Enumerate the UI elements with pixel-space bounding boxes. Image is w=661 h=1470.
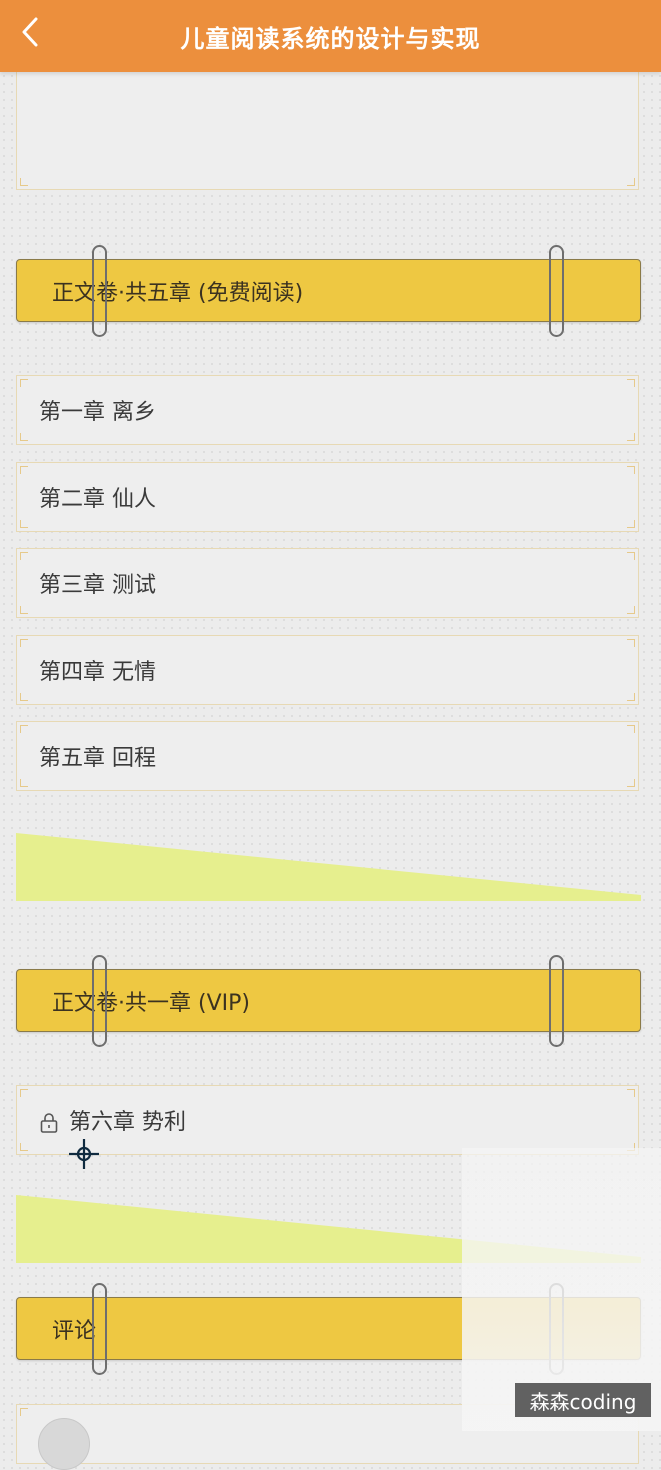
chapter-title: 第六章 势利: [69, 1110, 186, 1135]
binder-ring: [549, 245, 564, 337]
chapter-item-locked[interactable]: 第六章 势利: [16, 1085, 639, 1155]
section-header-free[interactable]: 正文卷·共五章 (免费阅读): [16, 259, 641, 322]
page-title: 儿童阅读系统的设计与实现: [180, 25, 481, 53]
chapter-item[interactable]: 第二章 仙人: [16, 462, 639, 532]
crosshair-cursor-icon: [69, 1139, 99, 1169]
chapter-item[interactable]: 第三章 测试: [16, 548, 639, 618]
section-title: 正文卷·共一章 (VIP): [52, 990, 250, 1016]
decorative-wedge: [16, 833, 641, 901]
binder-ring: [92, 955, 107, 1047]
section-header-vip[interactable]: 正文卷·共一章 (VIP): [16, 969, 641, 1032]
lock-icon: [40, 1113, 58, 1133]
watermark: 森森coding: [515, 1383, 651, 1417]
avatar: [38, 1418, 90, 1470]
binder-ring: [92, 245, 107, 337]
section-title: 评论: [52, 1318, 97, 1344]
binder-ring: [549, 955, 564, 1047]
chapter-item[interactable]: 第一章 离乡: [16, 375, 639, 445]
chapter-item[interactable]: 第四章 无情: [16, 635, 639, 705]
app-header: 儿童阅读系统的设计与实现: [0, 0, 661, 72]
binder-ring: [92, 1283, 107, 1375]
chapter-title: 第一章 离乡: [39, 400, 156, 425]
chapter-title: 第四章 无情: [39, 660, 156, 685]
chapter-title: 第二章 仙人: [39, 487, 156, 512]
section-title: 正文卷·共五章 (免费阅读): [52, 280, 304, 306]
intro-box: [16, 60, 639, 190]
chapter-title: 第三章 测试: [39, 573, 156, 598]
chapter-item[interactable]: 第五章 回程: [16, 721, 639, 791]
chapter-title: 第五章 回程: [39, 746, 156, 771]
